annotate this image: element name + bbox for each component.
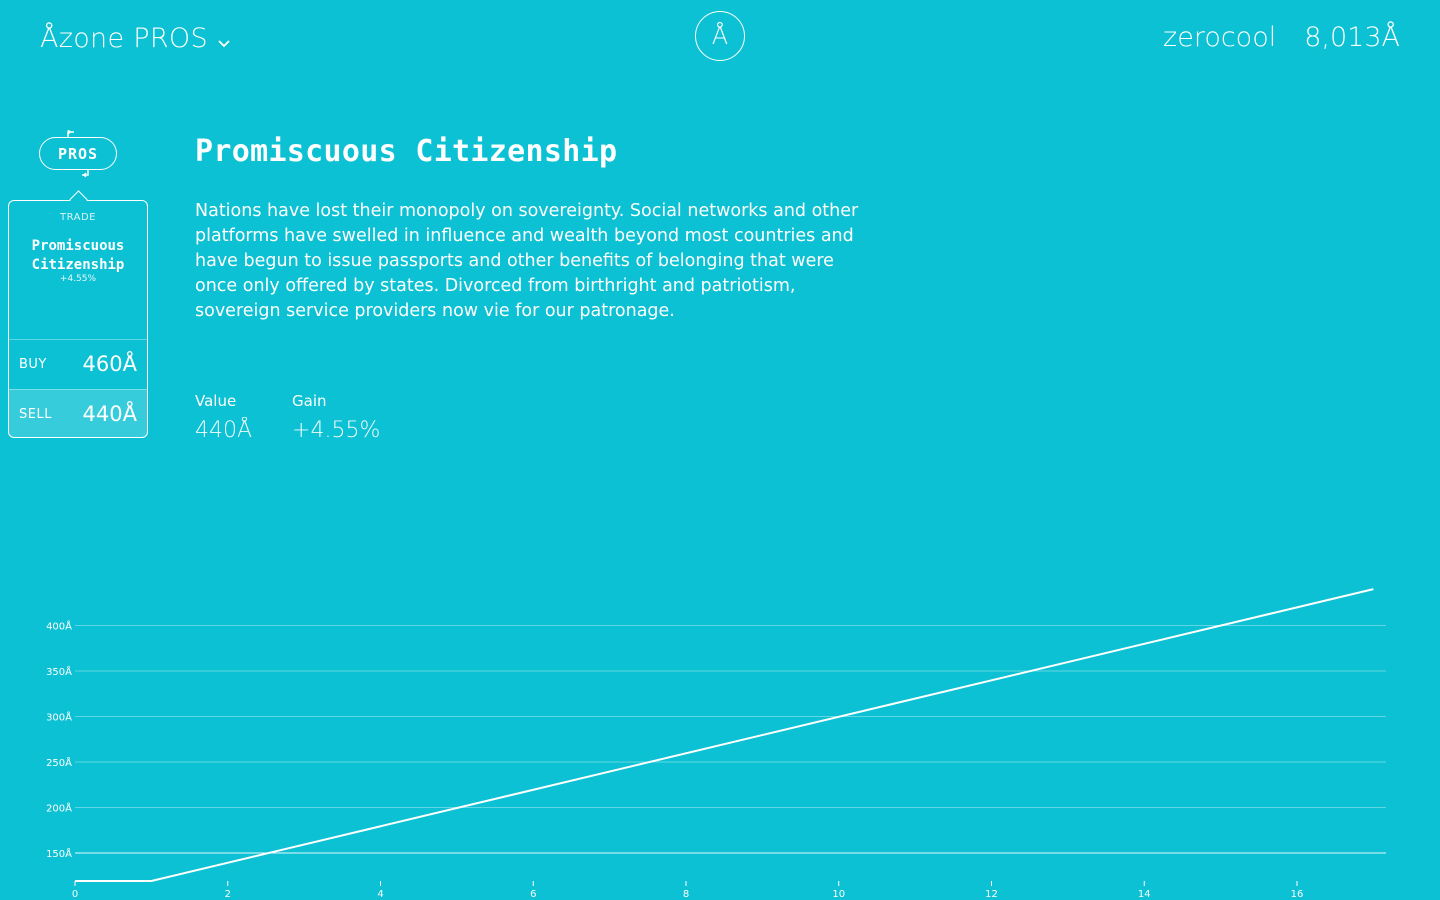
trade-section-label: TRADE xyxy=(59,212,96,223)
y-tick-label: 300Å xyxy=(46,711,72,724)
username[interactable]: zerocool xyxy=(1163,22,1276,53)
buy-price: 460Å xyxy=(82,352,137,376)
stat-value-amount: 440Å xyxy=(195,418,253,443)
x-tick-label: 2 xyxy=(225,889,231,900)
y-tick-label: 350Å xyxy=(46,665,72,678)
stat-gain-amount: +4.55% xyxy=(292,418,381,443)
description: Nations have lost their monopoly on sove… xyxy=(195,201,859,321)
app-switcher[interactable]: Åzone PROS xyxy=(40,22,230,55)
stat-gain-label: Gain xyxy=(292,392,327,410)
pros-label: PROS xyxy=(39,137,117,170)
sell-button[interactable]: SELL 440Å xyxy=(9,389,147,438)
pros-badge: PROS xyxy=(38,130,120,178)
trade-card-gain: +4.55% xyxy=(59,274,97,284)
x-tick-label: 4 xyxy=(377,889,383,900)
page-title: Promiscuous Citizenship xyxy=(195,134,618,169)
logo-icon[interactable]: Å xyxy=(695,11,745,61)
logo-glyph: Å xyxy=(711,22,729,50)
y-tick-label: 400Å xyxy=(46,620,72,633)
stat-value-label: Value xyxy=(195,392,237,410)
trade-card: TRADE Promiscuous Citizenship +4.55% BUY… xyxy=(8,190,148,438)
top-bar: Åzone PROS Å zerocool 8,013Å xyxy=(0,0,1440,80)
x-tick-label: 8 xyxy=(683,889,689,900)
y-tick-label: 200Å xyxy=(46,802,72,815)
x-tick-label: 16 xyxy=(1291,889,1304,900)
x-tick-label: 14 xyxy=(1138,889,1151,900)
buy-button[interactable]: BUY 460Å xyxy=(9,339,147,388)
stats: Value 440Å Gain +4.55% xyxy=(195,392,380,443)
y-tick-label: 250Å xyxy=(46,756,72,769)
price-line xyxy=(75,588,1374,882)
buy-label: BUY xyxy=(19,356,47,372)
user-info: zerocool 8,013Å xyxy=(1163,22,1400,53)
card-pointer xyxy=(69,190,88,209)
stat-gain: Gain +4.55% xyxy=(292,392,380,443)
chevron-down-icon xyxy=(218,24,230,55)
x-tick-label: 10 xyxy=(832,889,845,900)
x-tick-label: 0 xyxy=(72,889,78,900)
app-title: Åzone PROS xyxy=(40,23,208,54)
balance: 8,013Å xyxy=(1304,22,1400,53)
sell-price: 440Å xyxy=(82,402,137,426)
sell-label: SELL xyxy=(19,406,52,422)
price-chart: 150Å 200Å 250Å 300Å 350Å 400Å 0 2 4 6 8 10 12 14 16 xyxy=(46,588,1386,900)
y-tick-label: 150Å xyxy=(46,847,72,860)
x-tick-label: 6 xyxy=(530,889,536,900)
x-tick-label: 12 xyxy=(985,889,998,900)
stat-value: Value 440Å xyxy=(195,392,252,443)
trade-card-title: Promiscuous Citizenship xyxy=(31,238,125,273)
